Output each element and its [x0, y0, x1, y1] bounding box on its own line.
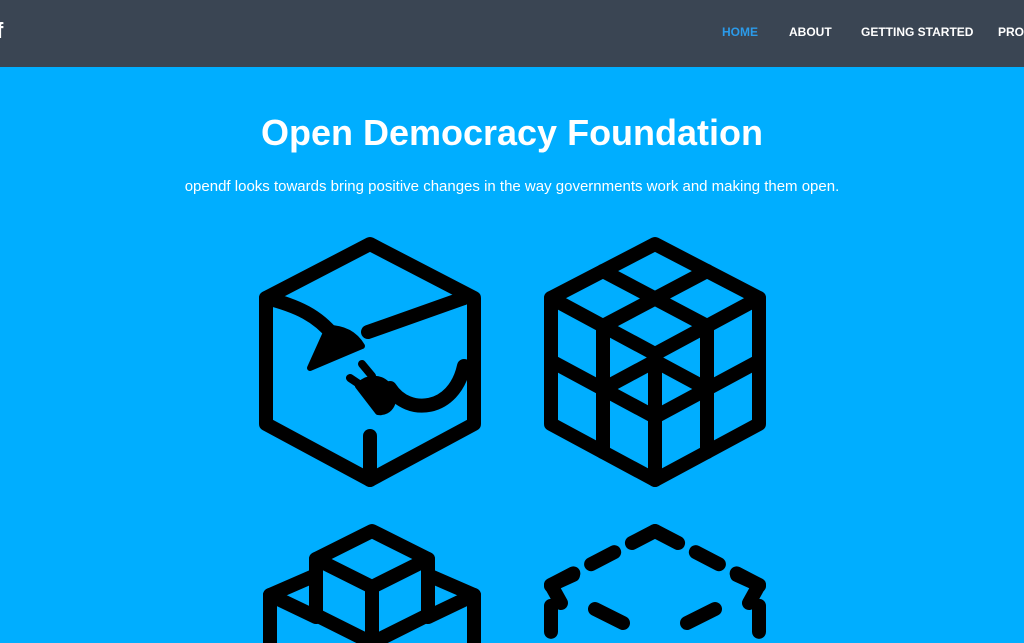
page-subtitle: opendf looks towards bring positive chan…: [184, 178, 840, 195]
plug-cube-icon: [258, 236, 482, 488]
page-title: Open Democracy Foundation: [260, 112, 764, 153]
brand-logo[interactable]: f: [0, 18, 3, 44]
nav-about[interactable]: ABOUT: [789, 25, 832, 39]
nav-home[interactable]: HOME: [722, 25, 758, 39]
nav-projects[interactable]: PROJ: [998, 25, 1024, 39]
nav-getting-started[interactable]: GETTING STARTED: [861, 25, 973, 39]
cube-grid-icon: [543, 236, 767, 488]
stacked-cubes-icon: [262, 523, 486, 643]
top-navbar: f HOME ABOUT GETTING STARTED PROJ: [0, 0, 1024, 67]
dashed-cube-icon: [543, 523, 767, 643]
